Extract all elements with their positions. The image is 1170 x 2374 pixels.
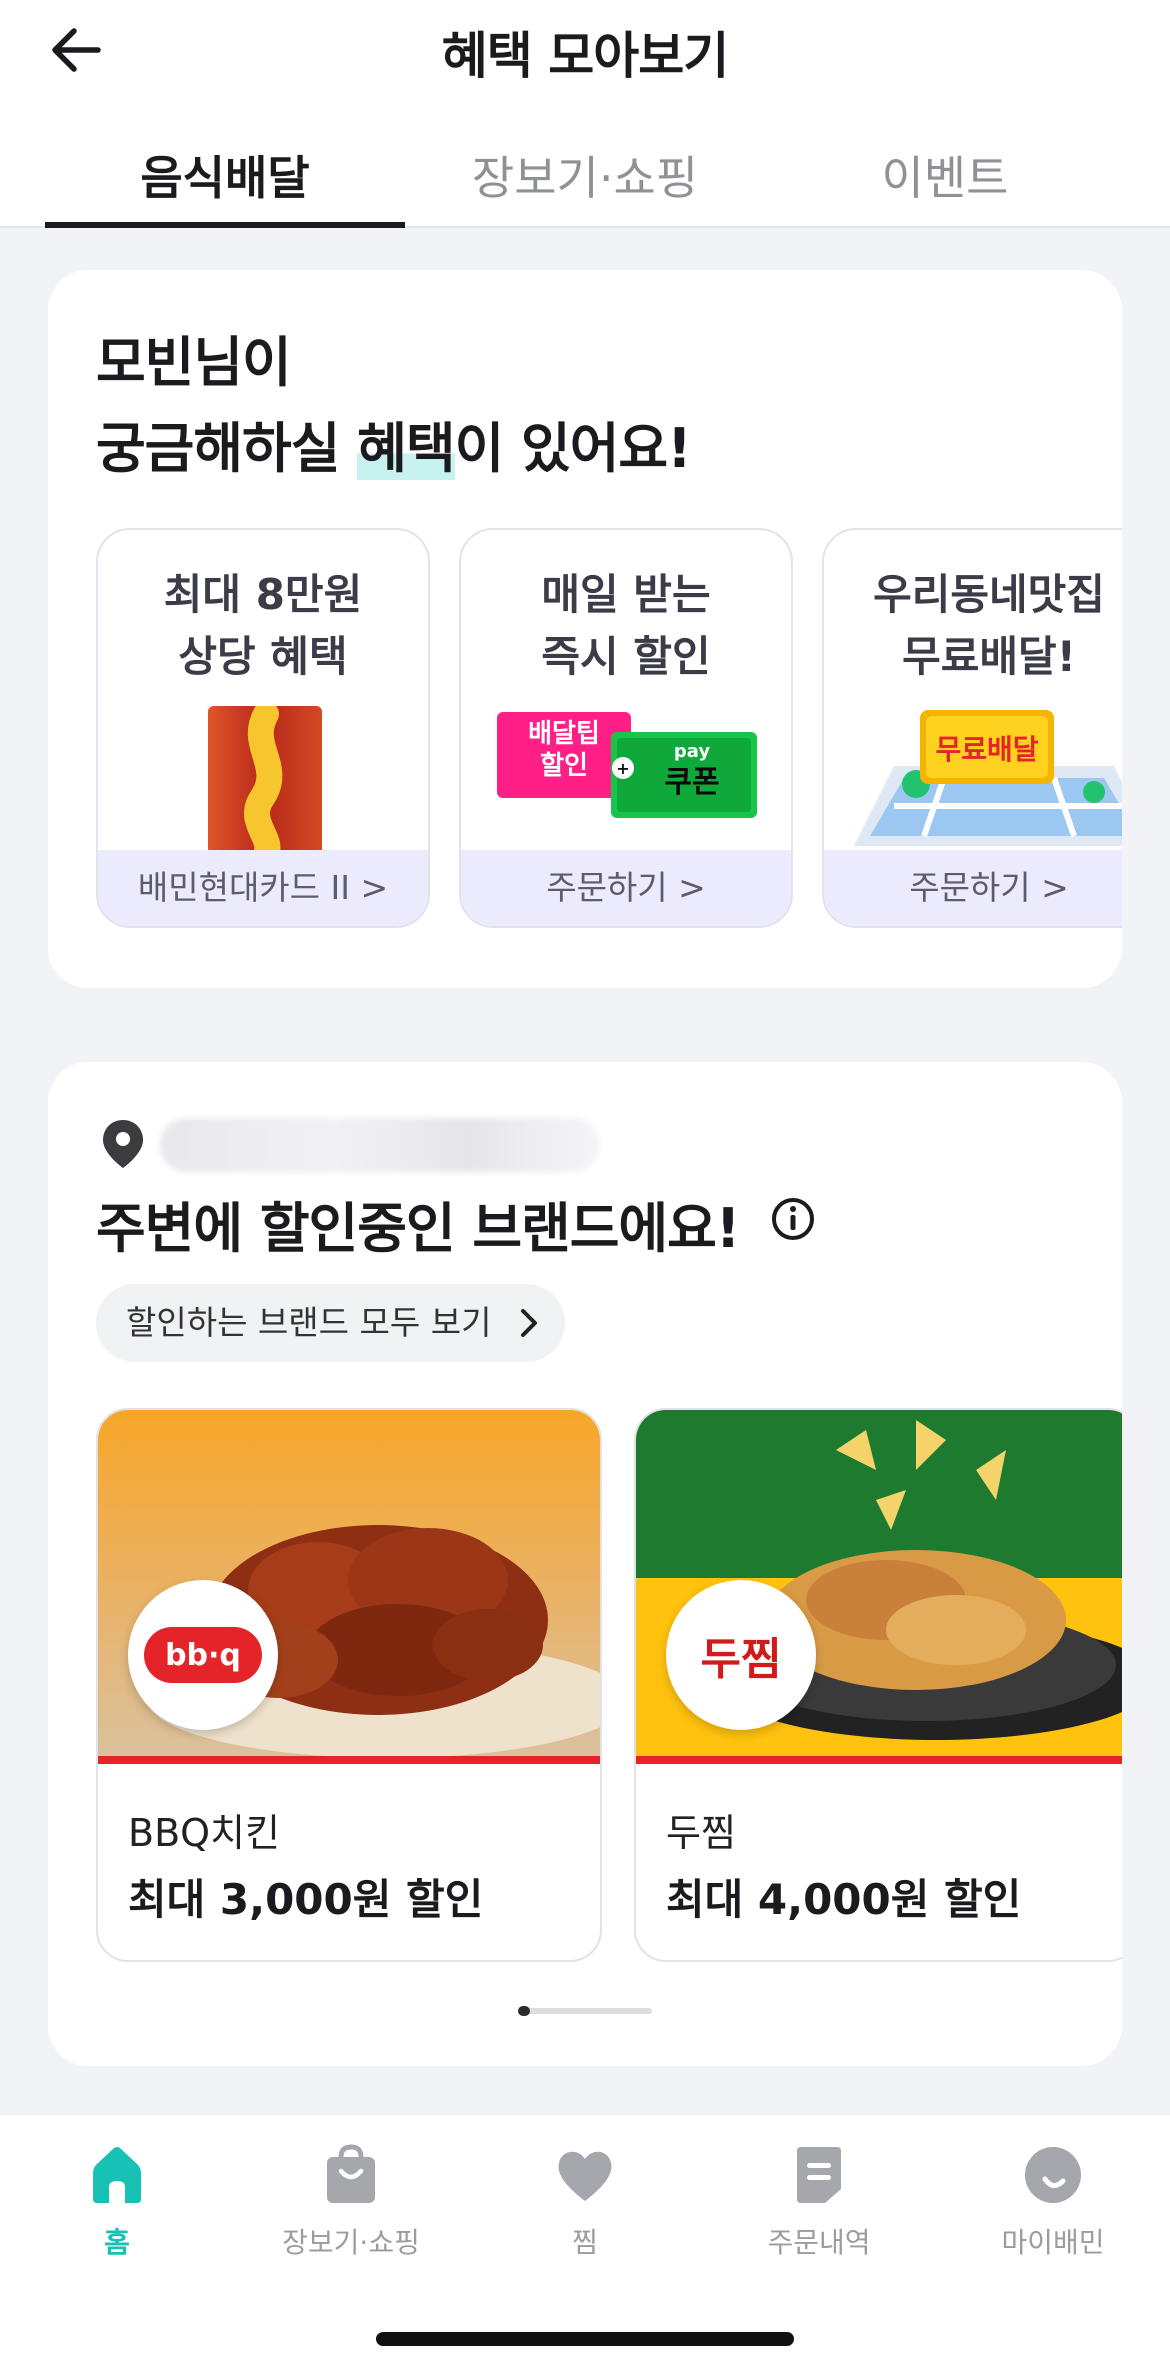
carousel-progress-track <box>518 2008 652 2014</box>
doojjim-logo: 두찜 <box>666 1580 816 1730</box>
nav-label: 마이배민 <box>1001 2226 1105 2259</box>
receipt-icon <box>797 2147 841 2203</box>
brand-card-bbq[interactable]: bb·q BBQ치킨 최대 3,000원 할인 <box>96 1408 602 1962</box>
free-delivery-tag: 무료배달 <box>935 733 1039 766</box>
greeting-text-end: 이 있어요! <box>454 417 692 480</box>
tag-text: 배달팁 <box>528 719 600 749</box>
greeting-line-1: 모빈님이 <box>96 331 292 394</box>
view-all-brands-label: 할인하는 브랜드 모두 보기 <box>126 1303 492 1342</box>
brand-name: BBQ치킨 <box>128 1811 280 1855</box>
nav-home[interactable]: 홈 <box>0 2143 234 2263</box>
coupon-label: 쿠폰 <box>664 765 720 800</box>
tab-events[interactable]: 이벤트 <box>765 142 1125 208</box>
nav-label: 홈 <box>104 2226 130 2259</box>
greeting-heading: 모빈님이 궁금해하실 혜택이 있어요! <box>96 320 692 492</box>
benefit-title: 최대 8만원 상당 혜택 <box>98 564 428 688</box>
npay-label: pay <box>673 741 711 762</box>
carousel-progress-thumb <box>518 2006 530 2016</box>
nearby-brands-card: 주변에 할인중인 브랜드에요! 할인하는 브랜드 모두 보기 bb·q BBQ치… <box>48 1062 1122 2066</box>
benefit-title-line: 무료배달! <box>902 632 1076 681</box>
tab-shopping[interactable]: 장보기·쇼핑 <box>405 142 765 208</box>
discount-accent-bar <box>98 1756 600 1764</box>
category-tabs: 음식배달 장보기·쇼핑 이벤트 <box>0 122 1170 228</box>
shopping-bag-icon <box>327 2144 375 2203</box>
nav-favorites[interactable]: 찜 <box>468 2143 702 2263</box>
brand-carousel[interactable]: bb·q BBQ치킨 최대 3,000원 할인 두찜 두찜 최대 4,000원 … <box>96 1408 1122 1962</box>
benefit-title-line: 우리동네맛집 <box>873 570 1105 619</box>
brand-card-doojjim[interactable]: 두찜 두찜 최대 4,000원 할인 <box>634 1408 1122 1962</box>
benefits-card: 모빈님이 궁금해하실 혜택이 있어요! 최대 8만원 상당 혜택 배민현대카드 … <box>48 270 1122 988</box>
tag-text: 할인 <box>540 751 588 781</box>
benefit-item-hyundai-card[interactable]: 최대 8만원 상당 혜택 배민현대카드 II > <box>96 528 430 928</box>
card-illustration <box>98 701 428 867</box>
greeting-text: 궁금해하실 <box>96 417 358 480</box>
location-row[interactable] <box>100 1108 700 1178</box>
bbq-logo-text: bb·q <box>165 1637 241 1673</box>
benefit-title-line: 최대 8만원 <box>163 570 363 619</box>
brand-discount: 최대 3,000원 할인 <box>128 1875 484 1924</box>
greeting-highlight: 혜택 <box>357 417 456 480</box>
home-indicator <box>376 2332 794 2346</box>
brand-name: 두찜 <box>666 1811 736 1855</box>
top-bar: 혜택 모아보기 음식배달 장보기·쇼핑 이벤트 <box>0 0 1170 228</box>
benefit-footer-link[interactable]: 주문하기 > <box>461 850 791 926</box>
nav-label: 찜 <box>572 2226 598 2259</box>
nearby-heading: 주변에 할인중인 브랜드에요! <box>96 1197 740 1260</box>
benefit-footer-link[interactable]: 배민현대카드 II > <box>98 850 428 926</box>
nav-label: 주문내역 <box>767 2226 871 2259</box>
greeting-line-2: 궁금해하실 혜택이 있어요! <box>96 406 692 492</box>
discount-accent-bar <box>636 1756 1122 1764</box>
benefit-title: 우리동네맛집 무료배달! <box>824 564 1122 688</box>
benefit-title: 매일 받는 즉시 할인 <box>461 564 791 688</box>
npay-coupon-tag: pay 쿠폰 <box>637 740 747 802</box>
map-illustration: 무료배달 <box>824 706 1122 854</box>
address-redacted <box>160 1118 600 1172</box>
doojjim-logo-text: 두찜 <box>700 1634 782 1685</box>
nav-label: 장보기·쇼핑 <box>282 2226 420 2259</box>
benefit-carousel[interactable]: 최대 8만원 상당 혜택 배민현대카드 II > 매일 받는 즉시 할인 + 배… <box>96 528 1122 928</box>
benefit-title-line: 상당 혜택 <box>178 632 348 681</box>
page-title: 혜택 모아보기 <box>441 27 729 85</box>
benefit-footer-link[interactable]: 주문하기 > <box>824 850 1122 926</box>
location-pin-icon <box>103 1120 143 1168</box>
brand-discount: 최대 4,000원 할인 <box>666 1875 1022 1924</box>
nav-shopping[interactable]: 장보기·쇼핑 <box>234 2143 468 2263</box>
profile-face-icon <box>1025 2147 1081 2203</box>
nav-orders[interactable]: 주문내역 <box>702 2143 936 2263</box>
info-icon[interactable] <box>770 1196 816 1242</box>
view-all-brands-button[interactable]: 할인하는 브랜드 모두 보기 <box>96 1284 566 1362</box>
tab-food-delivery[interactable]: 음식배달 <box>45 142 405 208</box>
chevron-right-icon <box>521 1309 538 1337</box>
heart-icon <box>558 2151 612 2201</box>
nav-my-baemin[interactable]: 마이배민 <box>936 2143 1170 2263</box>
benefit-item-free-delivery[interactable]: 우리동네맛집 무료배달! 무료배달 주문하기 > <box>822 528 1122 928</box>
home-icon <box>93 2147 141 2203</box>
benefit-title-line: 즉시 할인 <box>541 632 711 681</box>
benefit-item-instant-discount[interactable]: 매일 받는 즉시 할인 + 배달팁 할인 pay 쿠폰 주문하기 > <box>459 528 793 928</box>
bbq-logo: bb·q <box>128 1580 278 1730</box>
active-tab-indicator <box>45 222 405 228</box>
carousel-progress <box>518 2006 652 2016</box>
coupon-illustration: + 배달팁 할인 pay 쿠폰 <box>461 706 791 854</box>
delivery-tip-tag: 배달팁 할인 <box>497 718 631 782</box>
benefit-title-line: 매일 받는 <box>541 570 711 619</box>
